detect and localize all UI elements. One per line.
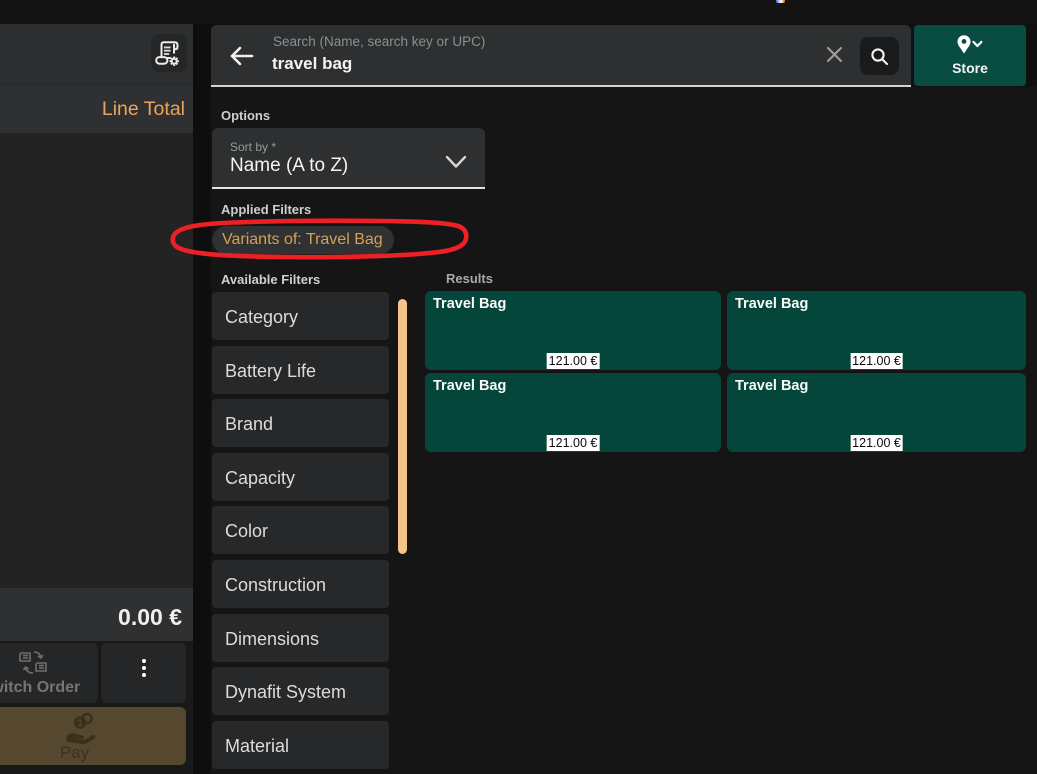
- svg-text:1: 1: [77, 718, 82, 728]
